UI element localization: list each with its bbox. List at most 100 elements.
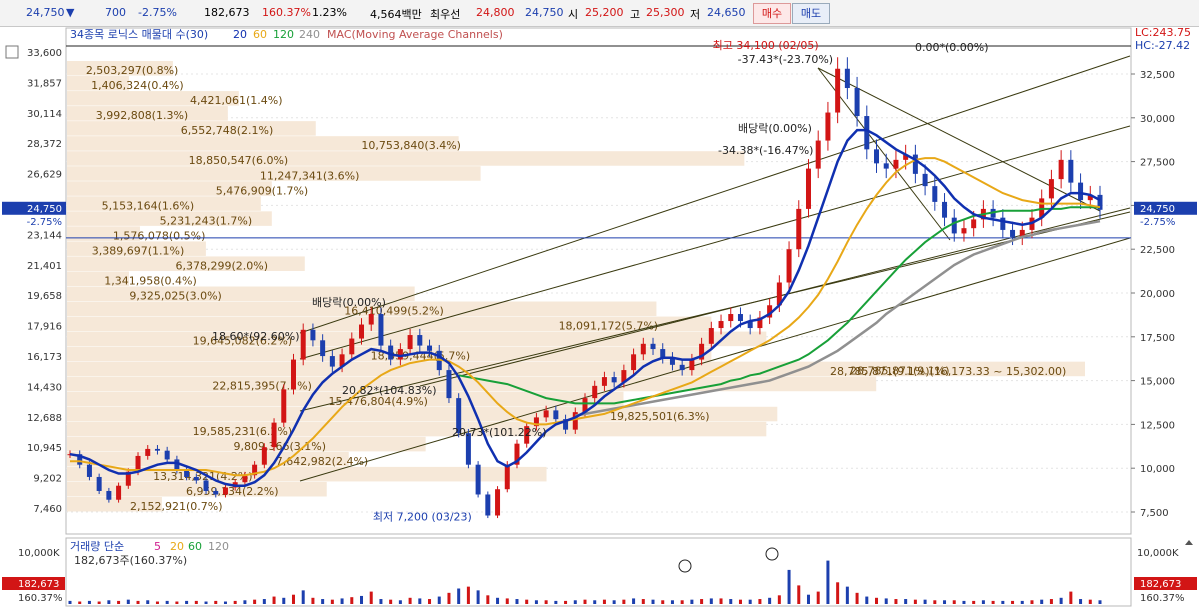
volume-bar	[622, 599, 626, 604]
volume-bar	[884, 598, 888, 604]
price-candle	[407, 335, 413, 350]
volume-profile-label: 6,552,748(2.1%)	[181, 124, 274, 137]
volume-bar	[709, 598, 713, 604]
volume-bar	[972, 600, 976, 604]
price-candle	[368, 314, 374, 325]
price-candle	[825, 112, 831, 141]
price-candle	[427, 345, 433, 351]
volume-bar	[486, 595, 490, 604]
volume-bar	[389, 599, 393, 604]
price-candle	[164, 450, 170, 460]
scroll-up-icon[interactable]	[1185, 540, 1193, 545]
low-label: 저	[690, 8, 701, 21]
left-tick-label: 17,916	[27, 322, 62, 333]
volume-bar	[670, 600, 674, 604]
price-candle	[329, 356, 335, 367]
right-tick-label: 12,500	[1140, 420, 1175, 431]
volume-bar	[505, 598, 509, 604]
grid-icon[interactable]	[5, 45, 19, 59]
volume-bar	[262, 599, 266, 604]
price-candle	[1048, 179, 1054, 199]
volume-bar	[602, 599, 606, 604]
left-price-axis: 33,600 31,857 30,114 28,372 26,629 23,144 21,4…	[2, 48, 66, 515]
price-candle	[737, 314, 743, 322]
volume-bar	[661, 600, 665, 604]
price-candle	[222, 487, 228, 495]
price-candle	[475, 464, 481, 495]
volume-bar	[583, 599, 587, 604]
volume-bar	[894, 599, 898, 604]
best-quote-label: 최우선	[430, 8, 461, 21]
low-annotation: 최저 7,200 (03/23)	[373, 510, 472, 523]
high-annotation: 최고 34,100 (02/05)	[713, 39, 819, 52]
price-candle	[378, 314, 384, 346]
ma60-legend: 60	[253, 28, 267, 41]
volume-bar	[943, 600, 947, 604]
high-angle-annotation: -37.43*(-23.70%)	[738, 53, 833, 66]
volume-profile-label: 11,247,341(3.6%)	[260, 169, 360, 182]
volume-bar	[97, 601, 101, 604]
volume-bar	[291, 594, 295, 604]
high-price: 25,300	[646, 6, 685, 19]
volume-bar	[1098, 600, 1102, 604]
turnover-rate: 1.23%	[312, 6, 347, 19]
price-candle	[154, 448, 160, 451]
left-tick-label: 19,658	[27, 291, 62, 302]
volume-profile-label: 6,959,134(2.2%)	[186, 485, 279, 498]
volume-bar	[680, 600, 684, 604]
vol-ma120-legend: 120	[208, 540, 229, 553]
change-value: 700	[105, 6, 126, 19]
volume-bar	[379, 599, 383, 604]
mac-legend: MAC(Moving Average Channels)	[327, 28, 503, 41]
volume-profile-label: 19,825,501(6.3%)	[610, 410, 710, 423]
down-arrow-icon: ▼	[66, 6, 75, 19]
price-candle	[971, 219, 977, 229]
volume-bar	[787, 569, 791, 604]
vol-ma5-legend: 5	[154, 540, 161, 553]
volume-profile-label: 7,642,982(2.4%)	[276, 455, 369, 468]
left-tick-label: 30,114	[27, 109, 62, 120]
price-candle	[96, 476, 102, 491]
price-candle	[446, 370, 452, 399]
price-candle	[718, 321, 724, 329]
price-candle	[1010, 229, 1016, 237]
channel-angle-annotation: 20.82*(104.83%)	[342, 384, 437, 397]
price-candle	[942, 201, 948, 218]
volume-bar	[330, 599, 334, 604]
price-candle	[116, 485, 122, 500]
left-tick-label: 23,144	[27, 230, 62, 241]
right-tick-label: 32,500	[1140, 70, 1175, 81]
volume-bar	[340, 598, 344, 604]
volume-bar	[729, 599, 733, 604]
vol-ma60-legend: 60	[188, 540, 202, 553]
volume-bar	[855, 592, 859, 604]
volume-profile-label: 1,341,958(0.4%)	[104, 275, 197, 288]
price-candle	[874, 149, 880, 164]
volume-axis-left-top: 10,000K	[18, 548, 60, 559]
price-candle	[145, 448, 151, 456]
volume-bar	[233, 600, 237, 604]
left-tick-label: 10,945	[27, 443, 62, 454]
buy-button[interactable]: 매수	[753, 3, 791, 24]
volume-bar	[360, 595, 364, 604]
volume-profile-label: 18,091,172(5.7%)	[559, 320, 659, 333]
price-candle	[261, 447, 267, 465]
price-candle	[213, 490, 219, 495]
best-bid: 24,750	[525, 6, 564, 19]
volume-profile-label: 9,325,025(3.0%)	[129, 290, 222, 303]
right-tick-label: 17,500	[1140, 333, 1175, 344]
volume-bar	[185, 600, 189, 604]
dividend-annotation: 배당락(0.00%)	[738, 122, 812, 135]
volume-bar	[573, 600, 577, 604]
volume-bar	[806, 594, 810, 604]
price-candle	[281, 389, 287, 423]
volume-bar	[369, 591, 373, 604]
volume-bar	[68, 600, 72, 604]
channel-angle-annotation: 20.73*(101.22%)	[452, 426, 547, 439]
dividend-annotation: 배당락(0.00%)	[312, 296, 386, 309]
volume-profile-label: 1,576,078(0.5%)	[113, 229, 206, 242]
right-tick-label: 10,000	[1140, 464, 1175, 475]
sell-button[interactable]: 매도	[792, 3, 830, 24]
volume-bar	[418, 598, 422, 604]
price-candle	[611, 377, 617, 383]
